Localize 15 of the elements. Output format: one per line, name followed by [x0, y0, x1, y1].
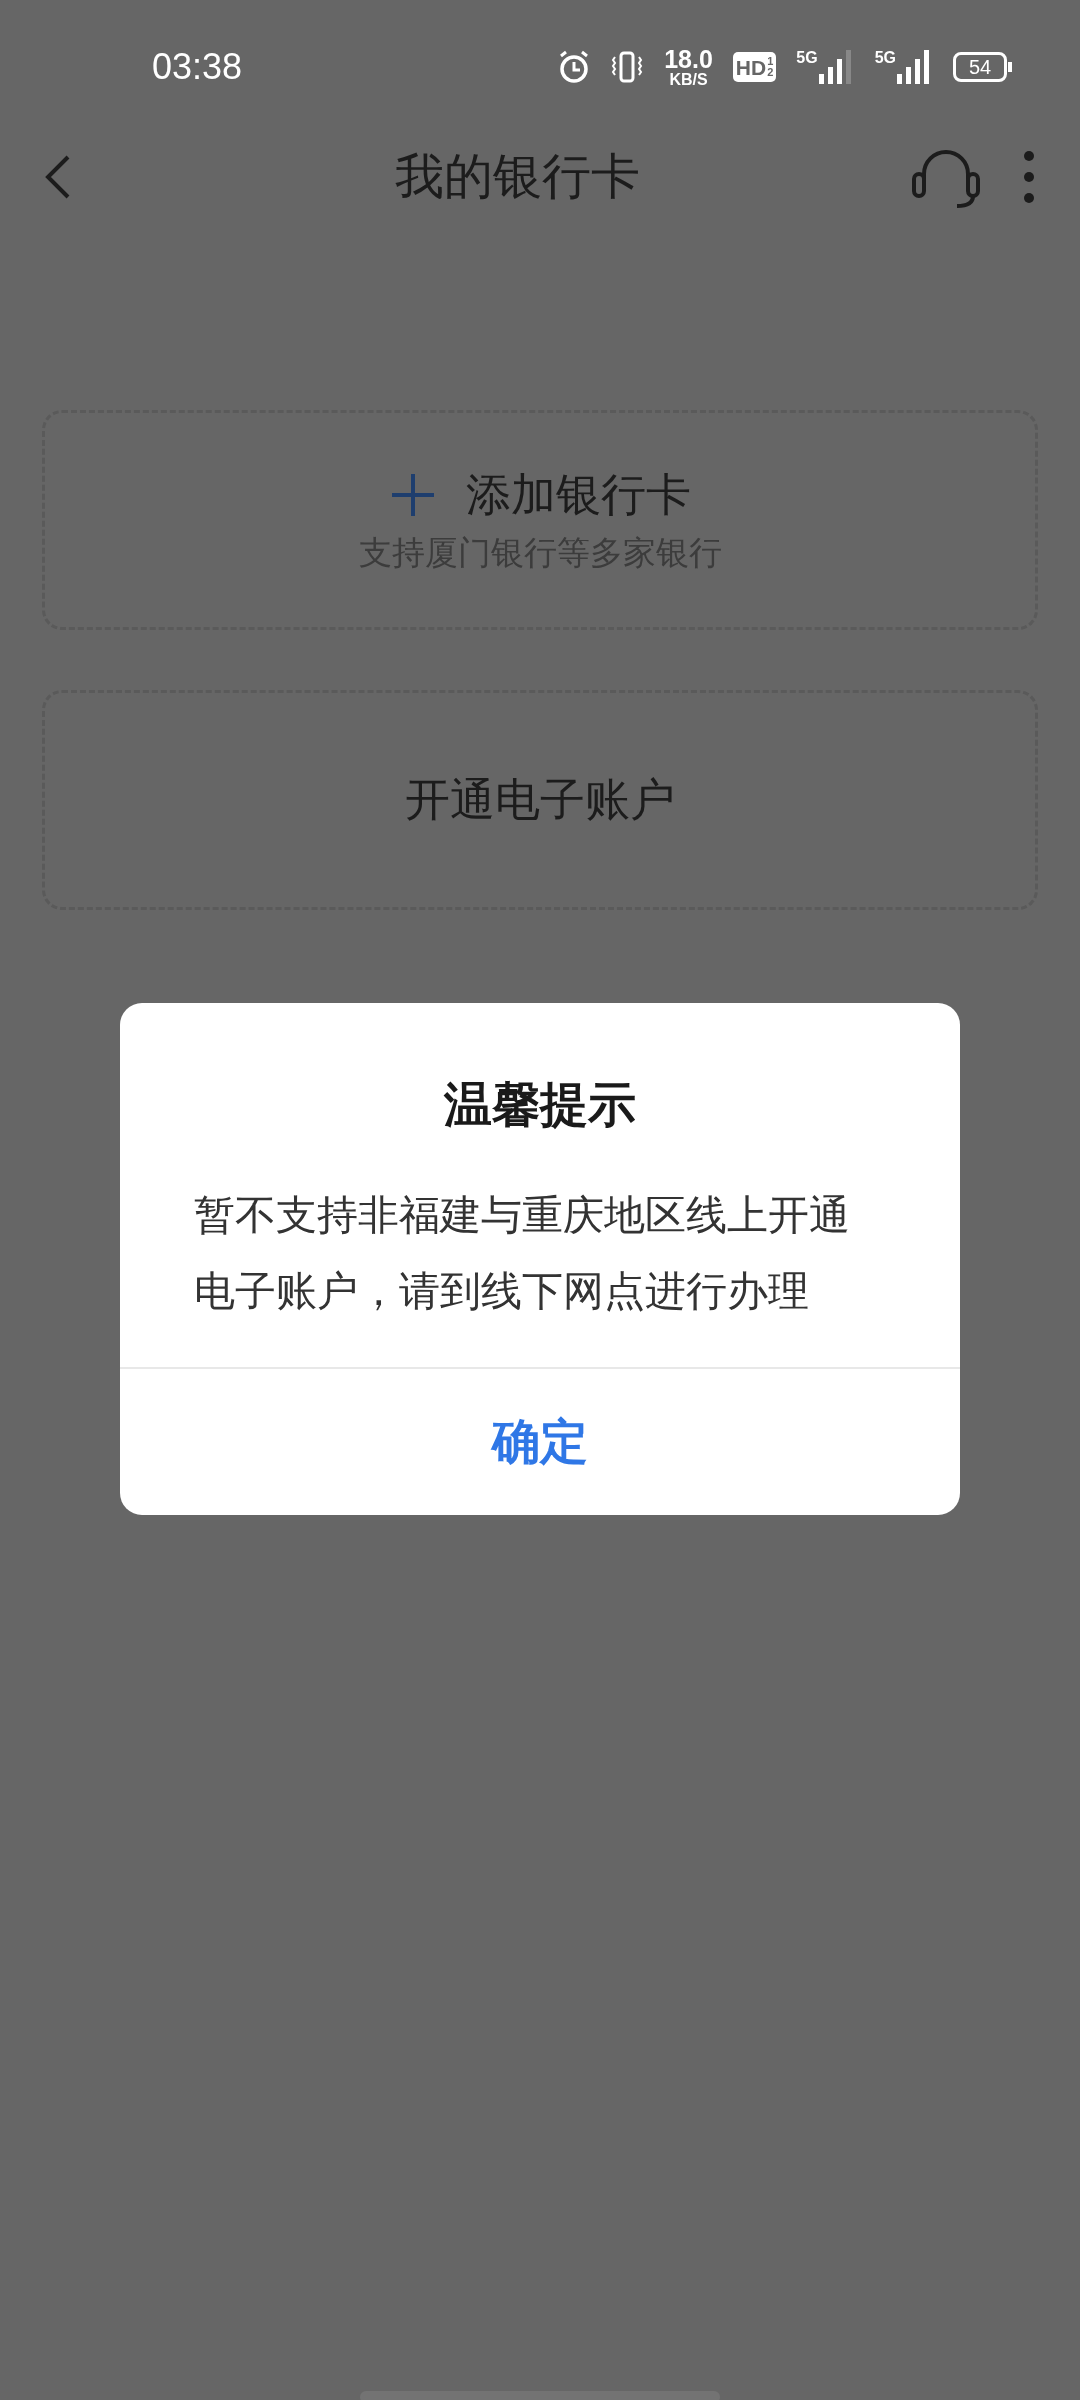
open-account-button[interactable]: 开通电子账户	[42, 690, 1038, 910]
dialog-title: 温馨提示	[444, 1077, 636, 1133]
page-title: 我的银行卡	[394, 148, 640, 206]
network-speed-unit: KB/S	[669, 71, 708, 88]
dialog-message: 暂不支持非福建与重庆地区线上开通电子账户，请到线下网点进行办理	[194, 1191, 851, 1316]
network-type: 5G	[796, 50, 818, 66]
status-time: 03:38	[152, 45, 243, 89]
confirm-button[interactable]: 确定	[120, 1369, 960, 1515]
alarm-icon	[558, 50, 591, 84]
vibrate-icon	[610, 51, 645, 83]
more-icon[interactable]	[1022, 149, 1036, 205]
network-type: 5G	[874, 50, 896, 66]
network-speed: 18.0	[664, 46, 713, 72]
card-title: 添加银行卡	[465, 472, 691, 517]
plus-icon	[389, 471, 436, 518]
